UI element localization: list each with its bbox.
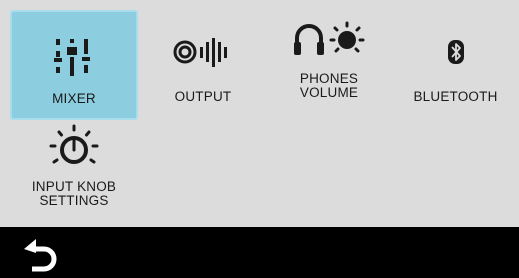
knob-icon [49, 124, 99, 164]
phones-volume-label: PHONES VOLUME [299, 71, 359, 100]
back-arrow-icon[interactable] [22, 237, 66, 275]
bluetooth-label: BLUETOOTH [413, 89, 498, 104]
output-tile[interactable]: OUTPUT [140, 10, 266, 120]
input-knob-settings-label: INPUT KNOB SETTINGS [31, 179, 117, 208]
output-label: OUTPUT [174, 89, 232, 104]
input-knob-settings-tile[interactable]: INPUT KNOB SETTINGS [10, 120, 138, 227]
bluetooth-icon [447, 40, 464, 64]
settings-menu-panel: MIXER OUTPUT PHONES VOLUME BLUETOOTH INP… [0, 0, 519, 227]
mixer-tile[interactable]: MIXER [10, 10, 138, 120]
mixer-label: MIXER [52, 91, 96, 106]
mixer-faders-icon [54, 39, 90, 76]
output-speaker-icon [173, 38, 227, 67]
headphones-volume-icon [294, 21, 365, 55]
bluetooth-tile[interactable]: BLUETOOTH [392, 10, 519, 120]
phones-volume-tile[interactable]: PHONES VOLUME [266, 10, 392, 120]
bottom-bar [0, 227, 519, 278]
